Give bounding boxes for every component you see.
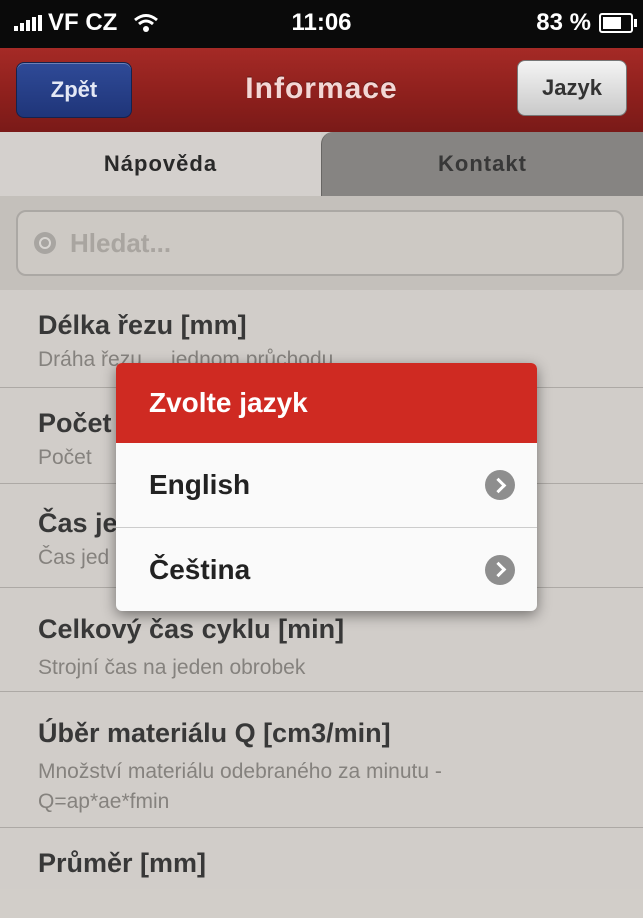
- option-label: English: [149, 469, 251, 500]
- dialog-title: Zvolte jazyk: [116, 363, 537, 443]
- language-button[interactable]: Jazyk: [517, 60, 627, 116]
- battery-percent: 83 %: [536, 9, 591, 36]
- language-dialog: Zvolte jazyk English Čeština: [116, 363, 537, 611]
- battery-group: 83 %: [536, 9, 637, 37]
- status-bar: VF CZ 11:06 83 %: [0, 0, 643, 48]
- chevron-right-icon: [485, 554, 515, 585]
- battery-icon: [599, 13, 637, 33]
- option-label: Čeština: [149, 553, 251, 585]
- chevron-right-icon: [485, 470, 515, 500]
- navigation-bar: Zpět Informace Jazyk: [0, 48, 643, 132]
- language-option-english[interactable]: English: [116, 443, 537, 527]
- language-option-czech[interactable]: Čeština: [116, 527, 537, 611]
